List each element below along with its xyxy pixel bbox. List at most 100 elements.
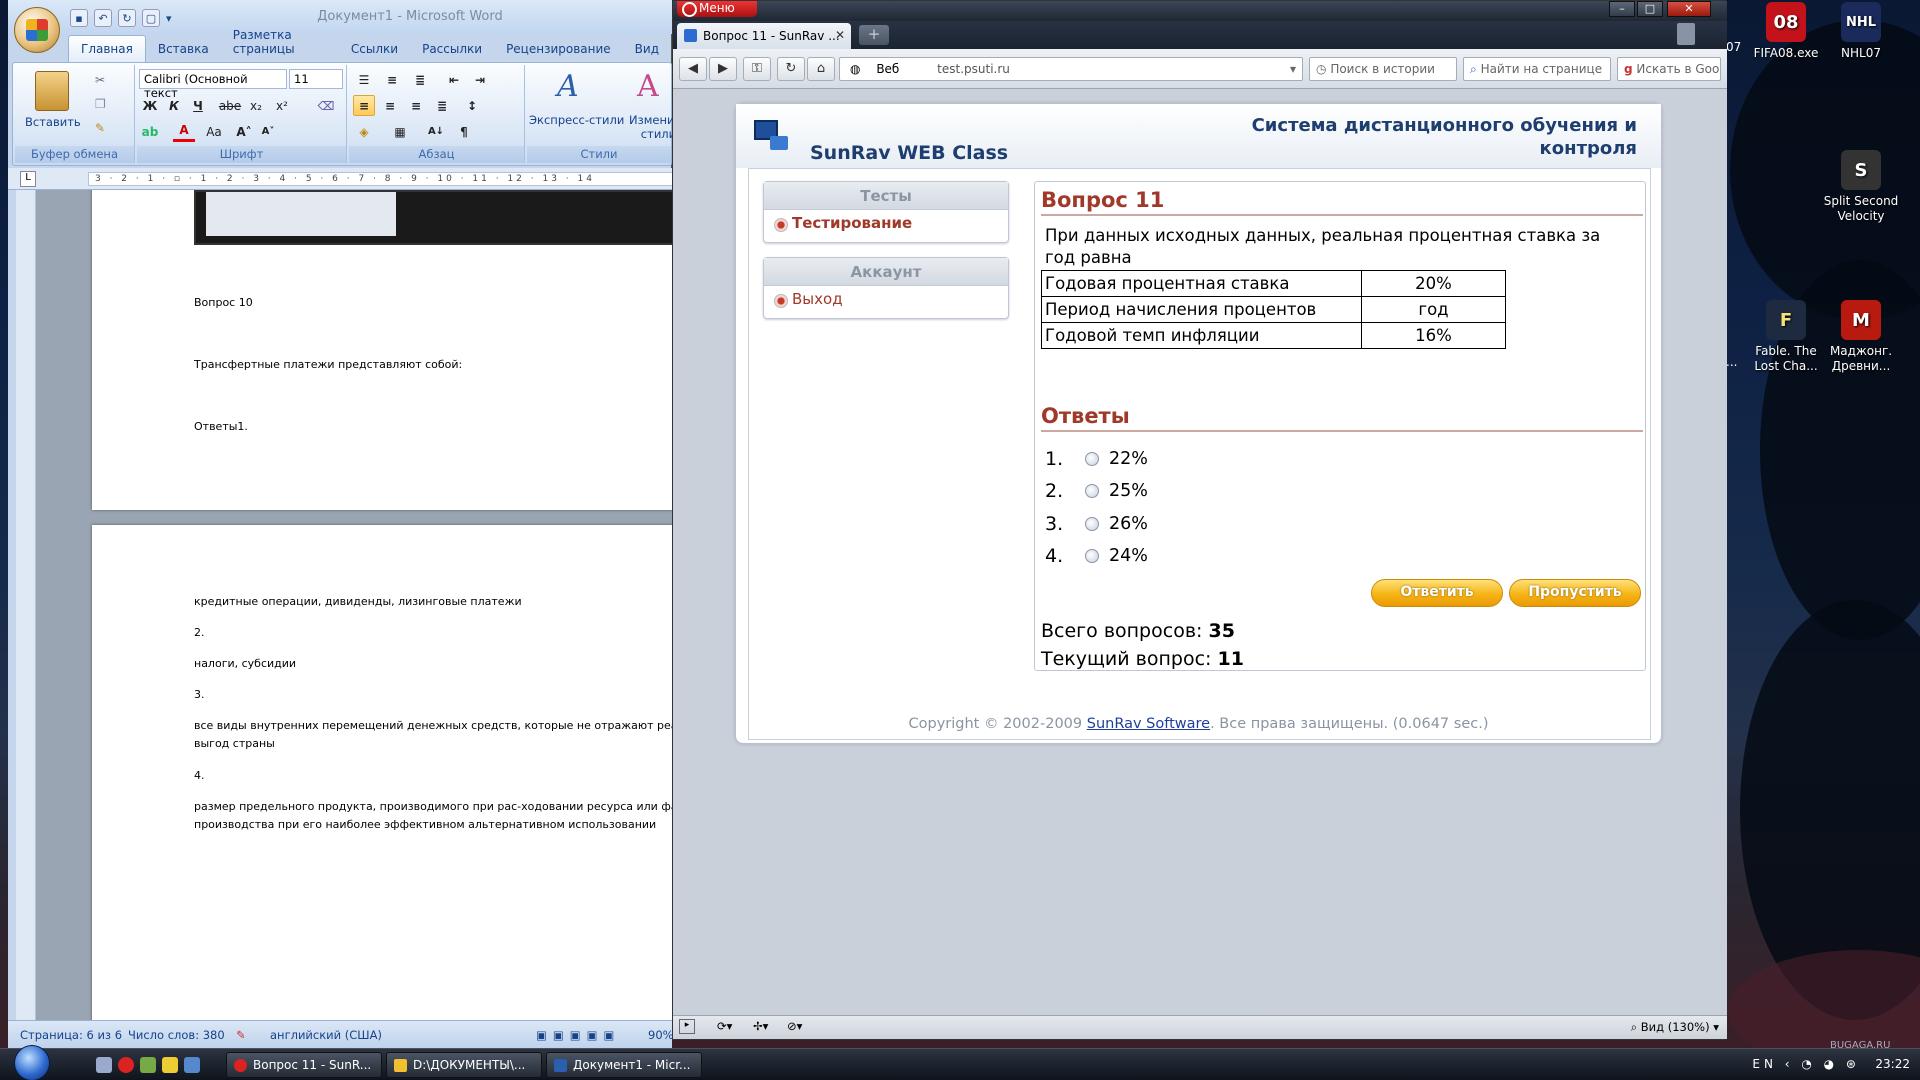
superscript-button[interactable]: x² bbox=[271, 95, 293, 116]
document-area[interactable]: Вопрос 10 Трансфертные платежи представл… bbox=[36, 190, 672, 1020]
underline-button[interactable]: Ч bbox=[187, 95, 209, 116]
answer-button[interactable]: Ответить bbox=[1371, 579, 1503, 607]
sidebar-item-logout[interactable]: Выход bbox=[764, 286, 1008, 318]
forward-icon[interactable]: ▶ bbox=[709, 57, 737, 81]
change-styles-icon[interactable]: A bbox=[637, 69, 659, 104]
paste-icon[interactable] bbox=[35, 71, 69, 111]
tab-sunrav[interactable]: Вопрос 11 - SunRav ... ✕ bbox=[677, 23, 851, 49]
desktop-icon-fifa08[interactable]: 08 FIFA08.exe bbox=[1745, 2, 1827, 61]
cut-icon[interactable]: ✂ bbox=[95, 73, 105, 87]
line-spacing-icon[interactable]: ↕ bbox=[461, 95, 483, 116]
show-desktop-icon[interactable] bbox=[96, 1057, 112, 1073]
google-search-field[interactable]: g Искать в Google bbox=[1617, 57, 1721, 81]
radio-button[interactable] bbox=[1085, 452, 1099, 466]
proofing-icon[interactable]: ✎ bbox=[236, 1028, 246, 1042]
tab-page-layout[interactable]: Разметка страницы bbox=[221, 22, 339, 62]
close-button[interactable]: ✕ bbox=[1667, 1, 1711, 17]
strikethrough-button[interactable]: abe bbox=[219, 95, 241, 116]
view-buttons-icon[interactable]: ▣▣▣▣▣ bbox=[536, 1028, 620, 1042]
grow-font-button[interactable]: A˄ bbox=[233, 121, 255, 142]
ruler-scale[interactable]: 3 · 2 · 1 · ▫ · 1 · 2 · 3 · 4 · 5 · 6 · … bbox=[88, 172, 678, 186]
align-left-icon[interactable]: ≡ bbox=[353, 95, 375, 116]
back-icon[interactable]: ◀ bbox=[679, 57, 707, 81]
paste-button-label[interactable]: Вставить bbox=[25, 115, 81, 129]
panel-toggle-icon[interactable]: ▸ bbox=[679, 1019, 695, 1034]
maximize-button[interactable]: □ bbox=[1637, 1, 1663, 17]
clear-format-icon[interactable]: ⌫ bbox=[315, 95, 337, 116]
desktop-icon-nhl07[interactable]: NHL NHL07 bbox=[1820, 2, 1902, 61]
clock[interactable]: 23:22 bbox=[1875, 1057, 1910, 1071]
wand-icon[interactable]: ⚿ bbox=[743, 57, 771, 81]
find-on-page-field[interactable]: ⌕ Найти на странице bbox=[1463, 57, 1611, 81]
sort-button[interactable]: A↓ bbox=[425, 121, 447, 142]
highlight-icon[interactable]: ab bbox=[139, 121, 161, 142]
home-icon[interactable]: ⌂ bbox=[807, 57, 835, 81]
numbering-icon[interactable]: ≡ bbox=[381, 69, 403, 90]
skip-button[interactable]: Пропустить bbox=[1509, 579, 1641, 607]
align-center-icon[interactable]: ≡ bbox=[379, 95, 401, 116]
address-field[interactable]: ◍ Веб test.psuti.ru ▾ bbox=[839, 57, 1303, 81]
bullets-icon[interactable]: ☰ bbox=[353, 69, 375, 90]
bold-button[interactable]: Ж bbox=[139, 95, 161, 116]
borders-icon[interactable]: ▦ bbox=[389, 121, 411, 142]
taskbar-button-word[interactable]: Документ1 - Micr... bbox=[546, 1052, 702, 1078]
answer-option[interactable]: 1. 22% bbox=[1045, 444, 1148, 474]
copy-icon[interactable]: ❐ bbox=[95, 97, 106, 111]
subscript-button[interactable]: x₂ bbox=[245, 95, 267, 116]
tab-insert[interactable]: Вставка bbox=[146, 36, 221, 62]
quicklaunch-icon[interactable] bbox=[140, 1057, 156, 1073]
change-case-button[interactable]: Aa bbox=[203, 121, 225, 142]
italic-button[interactable]: К bbox=[163, 95, 185, 116]
opera-menu-button[interactable]: Меню bbox=[677, 1, 757, 17]
shrink-font-button[interactable]: A˅ bbox=[257, 121, 279, 142]
reload-icon[interactable]: ↻ bbox=[777, 57, 805, 81]
answer-option[interactable]: 4. 24% bbox=[1045, 541, 1148, 571]
font-color-button[interactable]: A bbox=[173, 121, 195, 142]
page-count[interactable]: Страница: 6 из 6 bbox=[20, 1028, 122, 1042]
zoom-level[interactable]: 90% bbox=[648, 1028, 674, 1042]
taskbar-button-explorer[interactable]: D:\ДОКУМЕНТЫ\... bbox=[386, 1052, 542, 1078]
language[interactable]: английский (США) bbox=[270, 1028, 382, 1042]
answer-option[interactable]: 3. 26% bbox=[1045, 509, 1148, 539]
desktop-icon-fable[interactable]: F Fable. The Lost Cha... bbox=[1745, 300, 1827, 374]
quicklaunch-icon[interactable] bbox=[184, 1057, 200, 1073]
history-search-field[interactable]: ◷ Поиск в истории bbox=[1309, 57, 1457, 81]
sunrav-software-link[interactable]: SunRav Software bbox=[1087, 716, 1210, 732]
opera-quicklaunch-icon[interactable] bbox=[118, 1057, 134, 1073]
zoom-control[interactable]: ⌕ Вид (130%) ▾ bbox=[1631, 1020, 1719, 1035]
document-page[interactable]: Вопрос 10 Трансфертные платежи представл… bbox=[92, 190, 672, 510]
radio-button[interactable] bbox=[1085, 549, 1099, 563]
trash-icon[interactable] bbox=[1677, 23, 1695, 45]
turbo-icon[interactable]: ⟳▾ bbox=[717, 1019, 732, 1033]
unite-icon[interactable]: ✢▾ bbox=[753, 1019, 768, 1033]
multilevel-list-icon[interactable]: ≣ bbox=[409, 69, 431, 90]
start-button[interactable] bbox=[14, 1045, 50, 1080]
new-tab-button[interactable]: + bbox=[859, 25, 889, 45]
tab-home[interactable]: Главная bbox=[68, 35, 146, 62]
word-count[interactable]: Число слов: 380 bbox=[128, 1028, 225, 1042]
quicklaunch-icon[interactable] bbox=[162, 1057, 178, 1073]
office-button[interactable] bbox=[14, 7, 60, 53]
tab-close-icon[interactable]: ✕ bbox=[835, 28, 845, 42]
document-page[interactable]: кредитные операции, дивиденды, лизинговы… bbox=[92, 525, 672, 1020]
font-size-field[interactable]: 11 bbox=[289, 69, 343, 89]
minimize-button[interactable]: – bbox=[1609, 1, 1635, 17]
tab-review[interactable]: Рецензирование bbox=[494, 36, 623, 62]
address-dropdown-icon[interactable]: ▾ bbox=[1290, 62, 1296, 76]
font-name-field[interactable]: Calibri (Основной текст bbox=[139, 69, 287, 100]
speed-dial-icon[interactable]: ⊘▾ bbox=[787, 1019, 802, 1033]
justify-icon[interactable]: ≣ bbox=[431, 95, 453, 116]
decrease-indent-icon[interactable]: ⇤ bbox=[443, 69, 465, 90]
quick-styles-label[interactable]: Экспресс-стили bbox=[529, 113, 624, 127]
align-right-icon[interactable]: ≡ bbox=[405, 95, 427, 116]
radio-button[interactable] bbox=[1085, 484, 1099, 498]
tab-references[interactable]: Ссылки bbox=[339, 36, 410, 62]
desktop-icon-split-second[interactable]: S Split Second Velocity bbox=[1820, 150, 1902, 224]
increase-indent-icon[interactable]: ⇥ bbox=[469, 69, 491, 90]
tab-mailings[interactable]: Рассылки bbox=[410, 36, 494, 62]
format-painter-icon[interactable]: ✎ bbox=[95, 121, 105, 135]
tab-view[interactable]: Вид bbox=[623, 36, 671, 62]
system-tray[interactable]: EN ‹ ◔ ◕ ⊛ bbox=[1752, 1057, 1860, 1071]
desktop-icon-mahjong[interactable]: M Маджонг. Древни... bbox=[1820, 300, 1902, 374]
sidebar-item-testing[interactable]: Тестирование bbox=[764, 210, 1008, 242]
